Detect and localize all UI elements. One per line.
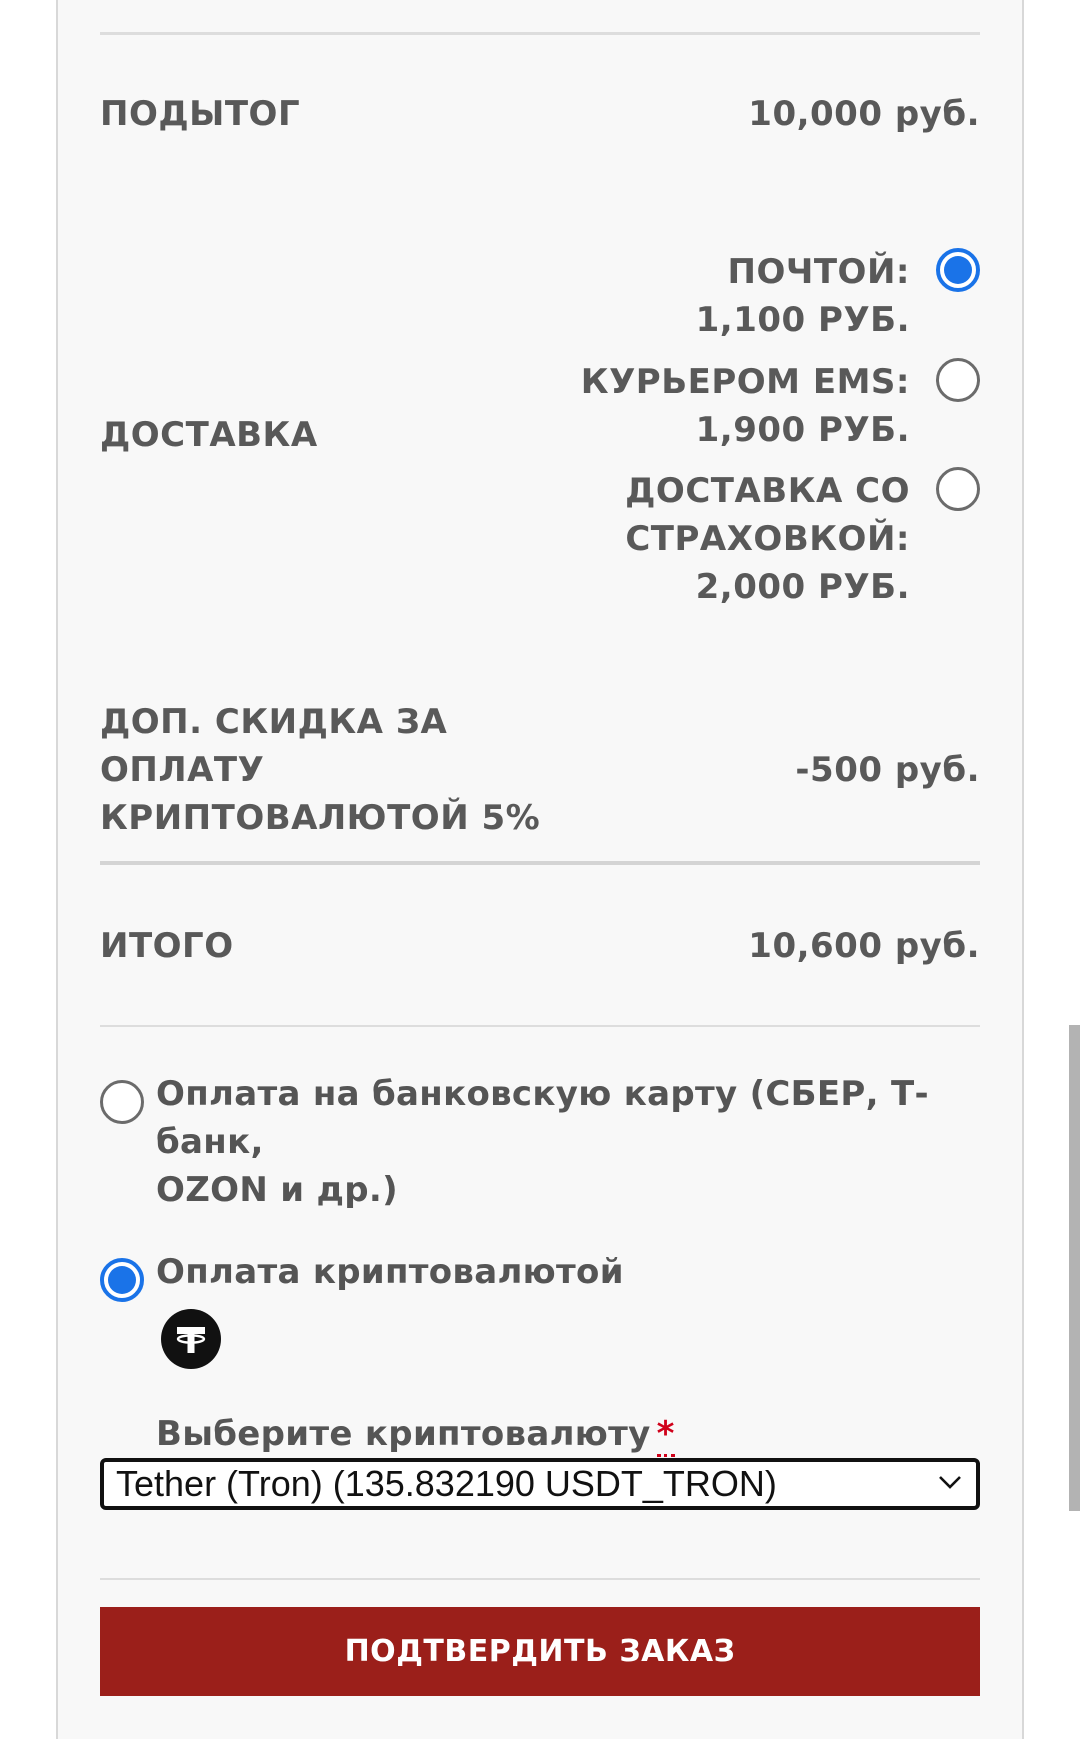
subtotal-label: Подытог <box>100 94 301 134</box>
shipping-option-insured-price: 2,000 руб. <box>695 567 910 607</box>
payment-divider <box>100 1025 980 1027</box>
shipping-option-ems-name: Курьером EMS: <box>580 362 910 402</box>
payment-option-crypto[interactable]: Оплата криптовалютой <box>100 1248 980 1302</box>
crypto-currency-select[interactable]: Tether (Tron) (135.832190 USDT_TRON) <box>100 1458 980 1510</box>
tether-icon <box>161 1309 221 1369</box>
shipping-insured-radio[interactable] <box>936 467 980 511</box>
shipping-option-ems-price: 1,900 руб. <box>695 410 910 450</box>
payment-option-bank-card[interactable]: Оплата на банковскую карту (СБЕР, Т-банк… <box>100 1070 980 1214</box>
subtotal-value: 10,000 руб. <box>748 94 980 134</box>
payment-bank-card-label-1: Оплата на банковскую карту (СБЕР, Т-банк… <box>156 1074 929 1162</box>
payment-crypto-label: Оплата криптовалютой <box>156 1252 624 1292</box>
page-scrollbar[interactable] <box>1069 1025 1080 1511</box>
discount-label-line-1: Доп. скидка за <box>100 702 448 742</box>
discount-label-line-3: криптовалютой 5% <box>100 798 541 838</box>
total-label: Итого <box>100 926 234 966</box>
shipping-option-insured[interactable]: Доставка со страховкой: 2,000 руб. <box>560 467 980 611</box>
payment-bank-card-radio[interactable] <box>100 1080 144 1124</box>
total-value: 10,600 руб. <box>748 926 980 966</box>
crypto-select-label: Выберите криптовалюту * <box>156 1410 675 1458</box>
shipping-option-post[interactable]: Почтой: 1,100 руб. <box>560 248 980 344</box>
shipping-option-ems[interactable]: Курьером EMS: 1,900 руб. <box>560 358 980 454</box>
chevron-down-icon <box>939 1476 961 1489</box>
shipping-option-post-price: 1,100 руб. <box>695 300 910 340</box>
shipping-ems-radio[interactable] <box>936 358 980 402</box>
required-mark: * <box>656 1414 675 1457</box>
discount-value: -500 руб. <box>795 750 980 790</box>
total-divider <box>100 861 980 865</box>
payment-crypto-radio[interactable] <box>100 1258 144 1302</box>
shipping-post-radio[interactable] <box>936 248 980 292</box>
shipping-option-insured-name-2: страховкой: <box>625 519 910 559</box>
payment-bank-card-label-2: OZON и др.) <box>156 1170 398 1210</box>
discount-label: Доп. скидка за оплату криптовалютой 5% <box>100 698 540 842</box>
discount-label-line-2: оплату <box>100 750 265 790</box>
shipping-option-post-name: Почтой: <box>727 252 910 292</box>
tether-glyph <box>176 1327 206 1353</box>
confirm-order-button[interactable]: Подтвердить заказ <box>100 1607 980 1696</box>
top-divider <box>100 32 980 35</box>
shipping-option-insured-name-1: Доставка со <box>625 471 910 511</box>
button-divider <box>100 1578 980 1580</box>
shipping-label: Доставка <box>100 415 318 455</box>
crypto-select-label-text: Выберите криптовалюту <box>156 1414 651 1454</box>
crypto-select-value: Tether (Tron) (135.832190 USDT_TRON) <box>116 1463 777 1504</box>
